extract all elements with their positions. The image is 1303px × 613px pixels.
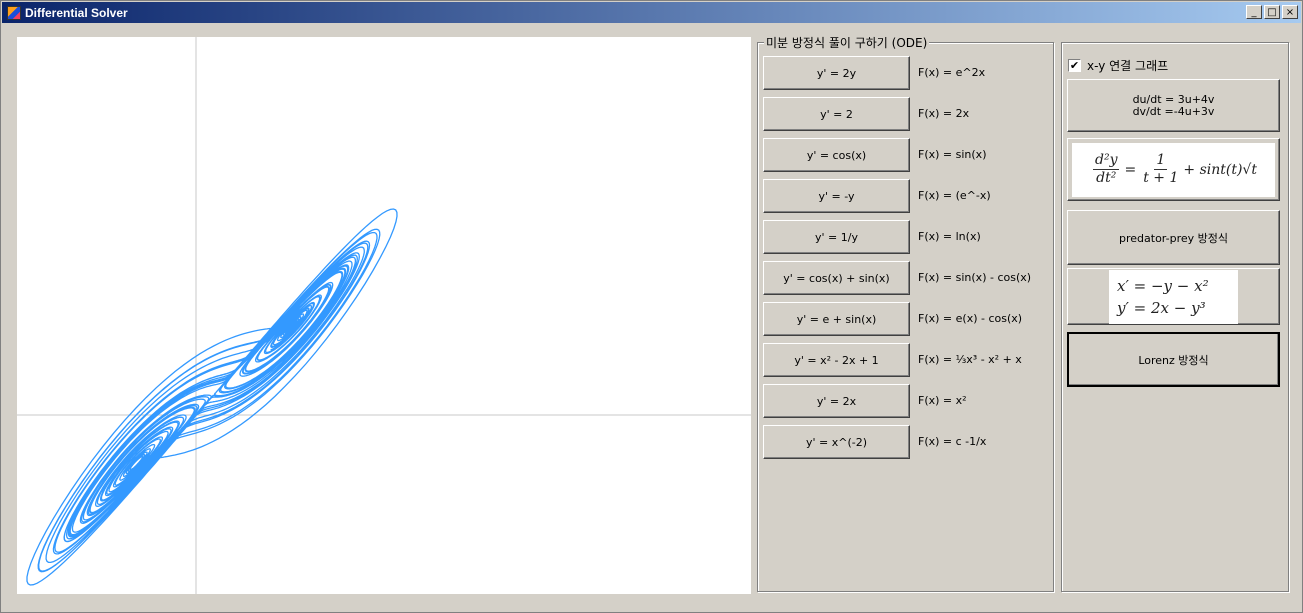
ode-solution-6: F(x) = sin(x) - cos(x) [918, 271, 1032, 284]
predator-prey-button[interactable]: predator-prey 방정식 [1067, 210, 1280, 265]
ode-button-9[interactable]: y' = 2x [763, 384, 910, 418]
nonlinear-line1: x′ = −y − x² [1117, 276, 1209, 295]
title-bar: Differential Solver _ □ × [2, 2, 1301, 23]
lhs-fraction: d²y dt² [1093, 152, 1120, 187]
ode-solution-1: F(x) = e^2x [918, 66, 986, 79]
rhs-denominator: t + 1 [1143, 170, 1179, 186]
second-order-ode-button[interactable]: d²y dt² = 1 t + 1 + sint(t)√t [1067, 138, 1280, 201]
ode-button-10[interactable]: y' = x^(-2) [763, 425, 910, 459]
rhs-numerator: 1 [1154, 152, 1168, 170]
rhs-tail: + sint(t)√t [1183, 161, 1257, 178]
ode-button-8[interactable]: y' = x² - 2x + 1 [763, 343, 910, 377]
lorenz-button[interactable]: Lorenz 방정식 [1067, 332, 1280, 387]
ode-solution-5: F(x) = ln(x) [918, 230, 981, 243]
lhs-denominator: dt² [1096, 170, 1117, 186]
lhs-numerator: d²y [1093, 152, 1120, 170]
ode-button-4[interactable]: y' = -y [763, 179, 910, 213]
nonlinear-system-button[interactable]: x′ = −y − x² y′ = 2x − y³ [1067, 268, 1280, 325]
window-title: Differential Solver [25, 5, 128, 20]
linear-system-line2: dv/dt =-4u+3v [1132, 104, 1215, 118]
ode-solution-3: F(x) = sin(x) [918, 148, 987, 161]
xy-graph-checkbox[interactable]: ✔ [1068, 59, 1081, 72]
lorenz-attractor-curve [26, 208, 398, 586]
ode-solution-9: F(x) = x² [918, 394, 967, 407]
lorenz-plot [17, 37, 751, 594]
ode-button-6[interactable]: y' = cos(x) + sin(x) [763, 261, 910, 295]
ode-groupbox: 미분 방정식 풀이 구하기 (ODE) y' = 2y F(x) = e^2x … [757, 34, 1054, 592]
plot-canvas [17, 37, 751, 594]
ode-solution-7: F(x) = e(x) - cos(x) [918, 312, 1023, 325]
ode-solution-2: F(x) = 2x [918, 107, 970, 120]
main-window: Differential Solver _ □ × 미분 방정식 풀이 구하기 … [0, 0, 1303, 613]
rhs-fraction: 1 t + 1 [1141, 152, 1180, 187]
ode-button-2[interactable]: y' = 2 [763, 97, 910, 131]
ode-solution-10: F(x) = c -1/x [918, 435, 987, 448]
ode-button-5[interactable]: y' = 1/y [763, 220, 910, 254]
nonlinear-system-formula: x′ = −y − x² y′ = 2x − y³ [1109, 269, 1238, 324]
systems-groupbox: ✔ x-y 연결 그래프 du/dt = 3u+4v dv/dt =-4u+3v… [1061, 42, 1289, 592]
window-controls: _ □ × [1246, 5, 1298, 19]
linear-system-line1: du/dt = 3u+4v [1132, 92, 1215, 106]
app-icon [7, 5, 21, 20]
ode-groupbox-title: 미분 방정식 풀이 구하기 (ODE) [764, 34, 930, 51]
maximize-button[interactable]: □ [1264, 5, 1280, 19]
close-button[interactable]: × [1282, 5, 1298, 19]
xy-graph-checkbox-row[interactable]: ✔ x-y 연결 그래프 [1068, 57, 1168, 74]
ode-button-3[interactable]: y' = cos(x) [763, 138, 910, 172]
nonlinear-line2: y′ = 2x − y³ [1117, 298, 1206, 317]
linear-system-button[interactable]: du/dt = 3u+4v dv/dt =-4u+3v [1067, 79, 1280, 132]
ode-solution-4: F(x) = (e^-x) [918, 189, 991, 202]
minimize-button[interactable]: _ [1246, 5, 1262, 19]
ode-button-7[interactable]: y' = e + sin(x) [763, 302, 910, 336]
xy-graph-checkbox-label: x-y 연결 그래프 [1087, 59, 1169, 73]
ode-button-1[interactable]: y' = 2y [763, 56, 910, 90]
ode-solution-8: F(x) = ⅓x³ - x² + x [918, 353, 1022, 366]
equals-sign: = [1124, 161, 1137, 178]
second-order-formula: d²y dt² = 1 t + 1 + sint(t)√t [1072, 142, 1275, 197]
